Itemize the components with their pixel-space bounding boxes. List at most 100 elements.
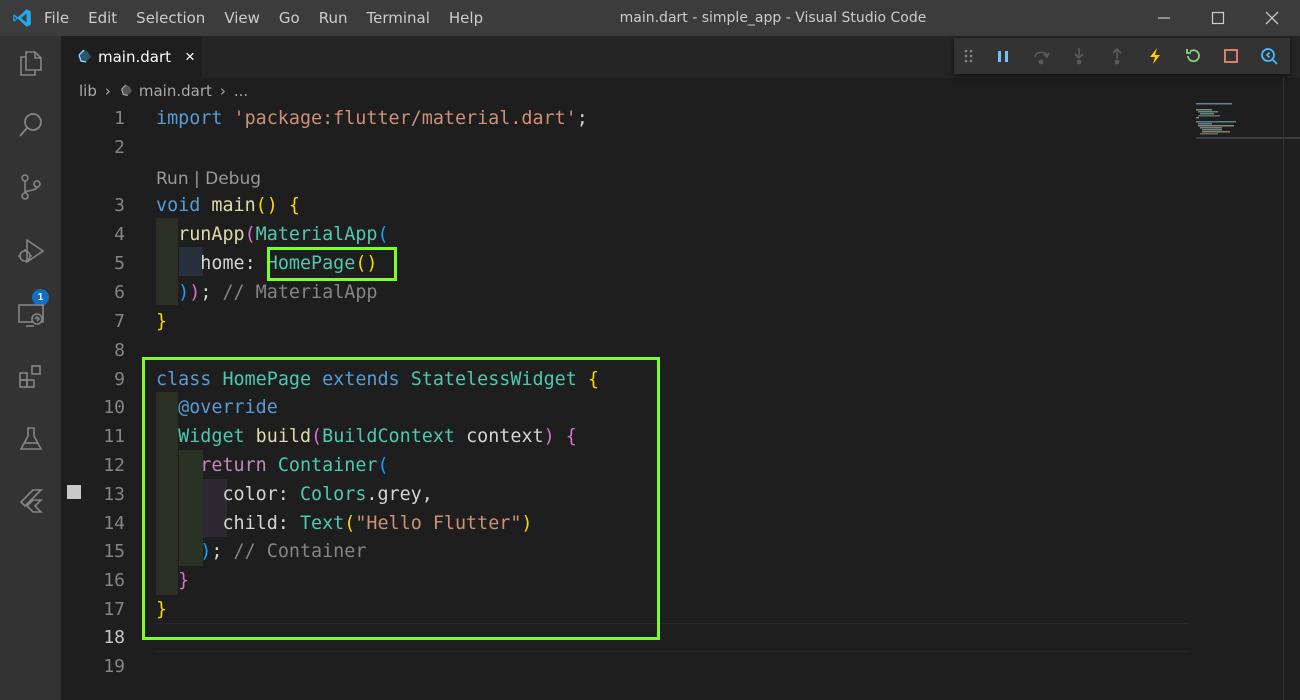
code-text: runApp(MaterialApp(: [178, 224, 389, 245]
maximize-icon: [1211, 11, 1225, 25]
line-number: 14: [103, 513, 125, 534]
menu-file[interactable]: File: [44, 9, 69, 27]
line-number: 3: [114, 195, 125, 216]
step-out-button[interactable]: [1098, 38, 1136, 74]
line-number: 18: [103, 627, 125, 648]
maximize-button[interactable]: [1192, 0, 1244, 36]
line-number: 10: [103, 397, 125, 418]
line-number: 12: [103, 455, 125, 476]
minimap[interactable]: [1190, 100, 1284, 140]
testing-button[interactable]: [14, 422, 48, 456]
stop-icon: [1224, 49, 1238, 63]
search-icon: [19, 113, 42, 137]
source-control-button[interactable]: [14, 170, 48, 204]
window-title: main.dart - simple_app - Visual Studio C…: [619, 10, 927, 26]
line-number: 2: [114, 137, 125, 158]
code-editor[interactable]: Run | Debug 1 import 'package:flutter/ma…: [61, 102, 1283, 700]
debug-toolbar: [954, 38, 1290, 74]
hot-reload-button[interactable]: [1136, 38, 1174, 74]
line-number: 5: [114, 253, 125, 274]
line-number: 17: [103, 599, 125, 620]
line-number: 16: [103, 570, 125, 591]
tab-close-icon[interactable]: ×: [185, 47, 195, 67]
activity-bar: 1: [0, 36, 61, 700]
testing-icon: [19, 427, 43, 450]
menu-selection[interactable]: Selection: [136, 9, 205, 27]
run-debug-button[interactable]: [14, 234, 48, 268]
pause-button[interactable]: [984, 38, 1022, 74]
remote-explorer-button[interactable]: [14, 298, 48, 332]
extensions-icon: [19, 365, 41, 388]
code-line: 6 )); // MaterialApp: [61, 278, 1191, 307]
vertical-scrollbar[interactable]: [1283, 78, 1300, 700]
annotation-box-homepage: [267, 247, 397, 281]
annotation-box-class: [142, 357, 660, 640]
inspector-icon: [1261, 48, 1278, 65]
code-line: 7 }: [61, 307, 1191, 336]
breadcrumb: lib › main.dart › ...: [79, 80, 248, 102]
dart-file-icon: [120, 84, 132, 96]
line-number: 4: [114, 224, 125, 245]
line-number: 19: [103, 656, 125, 677]
hot-restart-icon: [1186, 49, 1200, 63]
minimize-button[interactable]: [1138, 0, 1190, 36]
code-line: 3 void main() {: [61, 191, 1191, 220]
menu-go[interactable]: Go: [279, 9, 300, 27]
hot-restart-button[interactable]: [1174, 38, 1212, 74]
line-number: 13: [103, 484, 125, 505]
breadcrumb-more[interactable]: ...: [234, 82, 248, 100]
step-into-icon: [1074, 48, 1084, 65]
explorer-icon: [20, 51, 42, 76]
stop-button[interactable]: [1212, 38, 1250, 74]
extensions-button[interactable]: [14, 360, 48, 394]
menu-bar: File Edit Selection View Go Run Terminal…: [44, 0, 502, 36]
codelens-run-debug[interactable]: Run | Debug: [156, 166, 261, 192]
dart-file-icon: [78, 49, 91, 63]
title-bar: File Edit Selection View Go Run Terminal…: [0, 0, 1300, 36]
run-debug-icon: [18, 238, 45, 264]
close-icon: [1265, 11, 1279, 25]
code-text: import 'package:flutter/material.dart';: [156, 108, 588, 129]
step-over-icon: [1034, 51, 1050, 65]
source-control-icon: [21, 174, 41, 200]
menu-run[interactable]: Run: [319, 9, 348, 27]
explorer-button[interactable]: [14, 46, 48, 80]
code-line: 4 runApp(MaterialApp(: [61, 220, 1191, 249]
tab-main-dart[interactable]: main.dart ×: [61, 36, 202, 78]
close-window-button[interactable]: [1246, 0, 1298, 36]
step-out-icon: [1112, 47, 1122, 65]
code-line: 19: [61, 652, 1191, 681]
menu-edit[interactable]: Edit: [88, 9, 117, 27]
line-number: 11: [103, 426, 125, 447]
line-number: 9: [114, 369, 125, 390]
minimize-icon: [1158, 17, 1170, 19]
line-number: 8: [114, 340, 125, 361]
code-text: }: [156, 311, 168, 332]
chevron-right-icon: ›: [219, 82, 226, 100]
breadcrumb-file[interactable]: main.dart: [139, 82, 212, 100]
inspector-button[interactable]: [1250, 38, 1288, 74]
hot-reload-icon: [1150, 48, 1160, 64]
vscode-logo-icon[interactable]: [11, 8, 33, 28]
drag-handle-icon[interactable]: [954, 38, 984, 74]
pause-icon: [998, 51, 1008, 62]
tab-label: main.dart: [98, 48, 172, 66]
menu-view[interactable]: View: [224, 9, 260, 27]
step-over-button[interactable]: [1022, 38, 1060, 74]
line-number: 1: [114, 108, 125, 129]
line-number: 6: [114, 282, 125, 303]
breadcrumb-folder[interactable]: lib: [79, 82, 97, 100]
menu-terminal[interactable]: Terminal: [367, 9, 430, 27]
flutter-button[interactable]: [14, 484, 48, 518]
flutter-icon: [19, 489, 43, 513]
search-button[interactable]: [14, 108, 48, 142]
code-line: 5 home: HomePage(): [61, 249, 1191, 278]
line-number: 15: [103, 541, 125, 562]
line-number: 7: [114, 311, 125, 332]
remote-explorer-icon: [18, 304, 44, 327]
step-into-button[interactable]: [1060, 38, 1098, 74]
menu-help[interactable]: Help: [449, 9, 483, 27]
code-line: 2: [61, 133, 1191, 162]
minimap-preview-icon: [1196, 103, 1236, 135]
code-text: void main() {: [156, 195, 300, 216]
